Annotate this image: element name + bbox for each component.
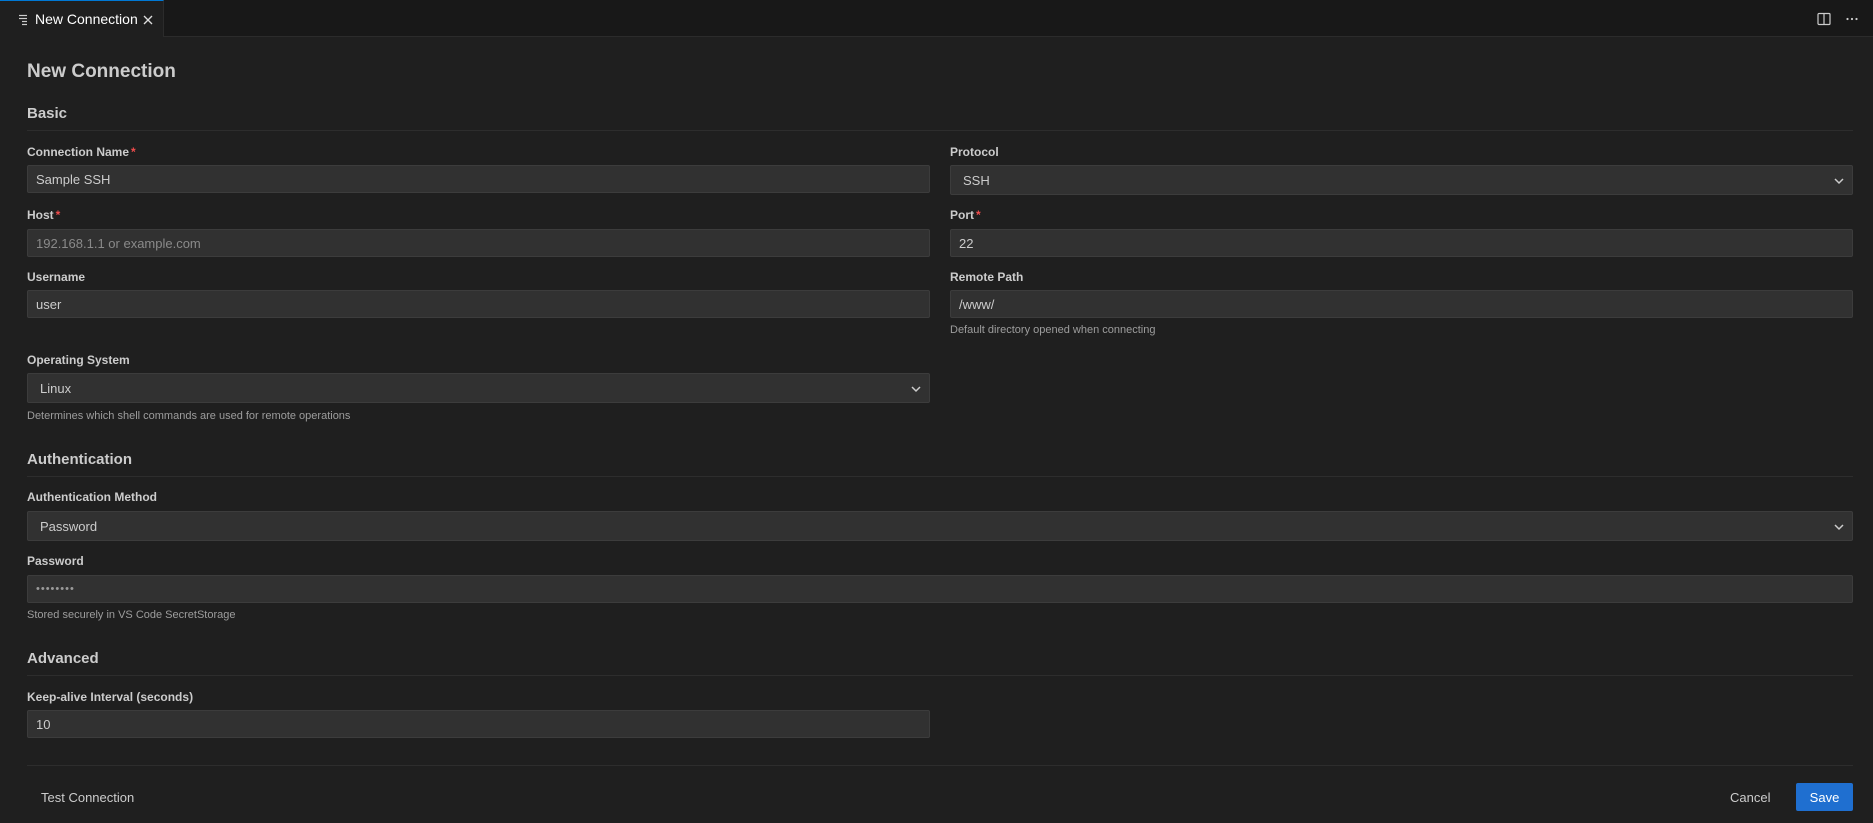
preview-icon bbox=[19, 13, 29, 26]
protocol-label: Protocol bbox=[950, 145, 999, 159]
auth-method-select[interactable]: Password bbox=[27, 511, 1853, 541]
keepalive-input[interactable]: 10 bbox=[27, 710, 930, 738]
section-authentication-title: Authentication bbox=[27, 451, 132, 468]
password-hint: Stored securely in VS Code SecretStorage bbox=[27, 609, 236, 621]
section-advanced-title: Advanced bbox=[27, 650, 99, 667]
footer-divider bbox=[27, 765, 1853, 766]
protocol-select[interactable]: SSH bbox=[950, 165, 1853, 195]
section-divider bbox=[27, 130, 1853, 131]
connection-name-input[interactable]: Sample SSH bbox=[27, 165, 930, 193]
port-label: Port * bbox=[950, 208, 981, 222]
tab-new-connection[interactable]: New Connection bbox=[0, 0, 164, 37]
cancel-button[interactable]: Cancel bbox=[1730, 790, 1770, 805]
chevron-down-icon bbox=[909, 382, 923, 396]
section-divider bbox=[27, 476, 1853, 477]
username-label: Username bbox=[27, 270, 86, 284]
required-marker: * bbox=[131, 145, 136, 159]
split-editor-icon[interactable] bbox=[1815, 10, 1833, 28]
auth-method-label: Authentication Method bbox=[27, 490, 157, 504]
more-actions-icon[interactable] bbox=[1843, 10, 1861, 28]
tab-label: New Connection bbox=[35, 11, 138, 27]
section-divider bbox=[27, 675, 1853, 676]
operating-system-label: Operating System bbox=[27, 353, 130, 367]
required-marker: * bbox=[976, 208, 981, 222]
chevron-down-icon bbox=[1832, 174, 1846, 188]
port-input[interactable]: 22 bbox=[950, 229, 1853, 257]
test-connection-button[interactable]: Test Connection bbox=[41, 790, 134, 805]
section-basic-title: Basic bbox=[27, 105, 68, 122]
keepalive-label: Keep-alive Interval (seconds) bbox=[27, 690, 194, 704]
required-marker: * bbox=[55, 208, 61, 222]
host-input[interactable]: 192.168.1.1 or example.com bbox=[27, 229, 930, 257]
password-input[interactable]: •••••••• bbox=[27, 575, 1853, 603]
username-input[interactable]: user bbox=[27, 290, 930, 318]
save-button[interactable]: Save bbox=[1796, 783, 1853, 811]
operating-system-select[interactable]: Linux bbox=[27, 373, 930, 403]
host-label: Host * bbox=[27, 208, 61, 222]
page-title: New Connection bbox=[27, 61, 176, 82]
remote-path-hint: Default directory opened when connecting bbox=[950, 324, 1156, 336]
editor-tab-bar: New Connection bbox=[0, 0, 1873, 37]
remote-path-input[interactable]: /www/ bbox=[950, 290, 1853, 318]
connection-name-label: Connection Name * bbox=[27, 145, 136, 159]
operating-system-hint: Determines which shell commands are used… bbox=[27, 410, 351, 422]
password-label: Password bbox=[27, 554, 84, 568]
close-icon[interactable] bbox=[140, 12, 156, 28]
chevron-down-icon bbox=[1832, 520, 1846, 534]
remote-path-label: Remote Path bbox=[950, 270, 1024, 284]
